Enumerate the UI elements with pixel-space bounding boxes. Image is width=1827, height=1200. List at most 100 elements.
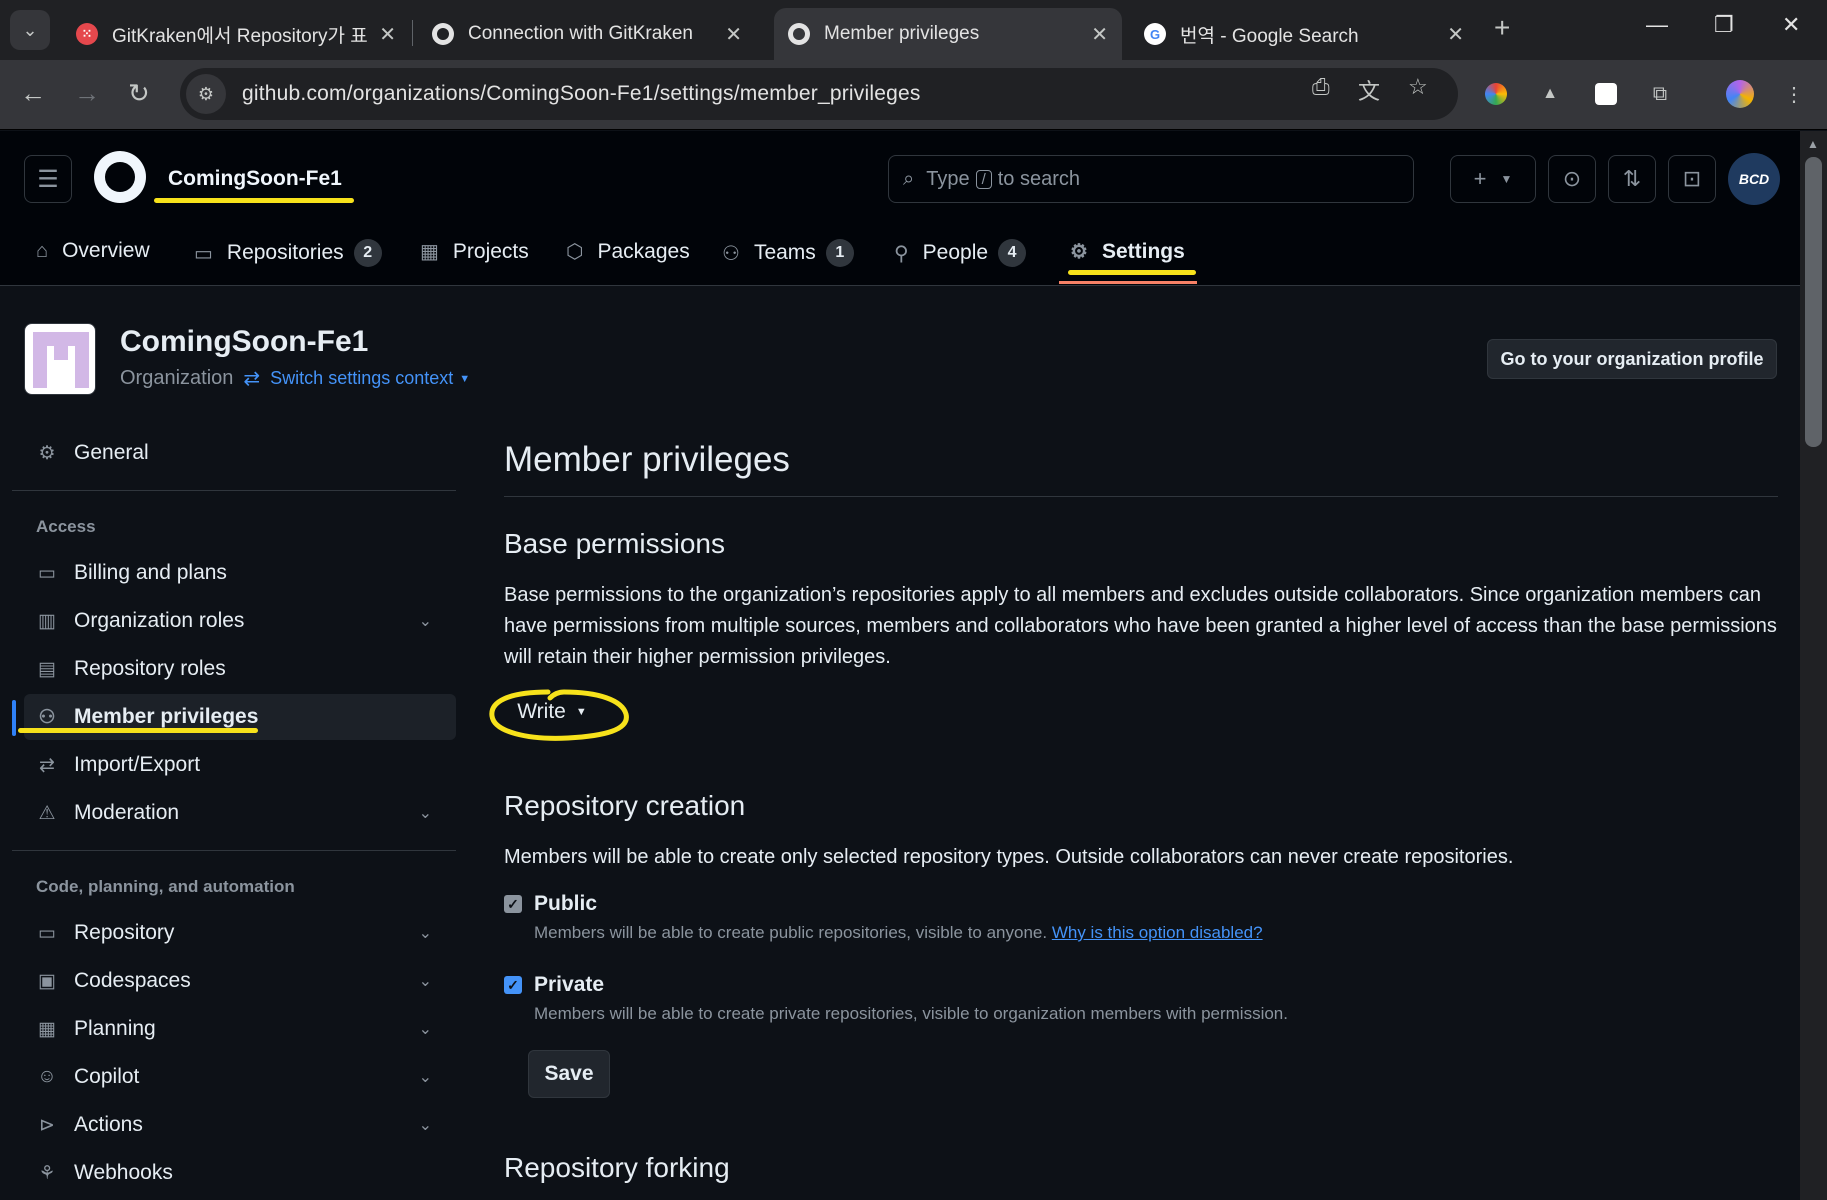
sidebar-item-label: Billing and plans xyxy=(74,561,227,584)
translate-icon[interactable]: 文 xyxy=(1358,74,1380,106)
github-logo-icon[interactable] xyxy=(94,151,146,203)
sidebar-item-webhooks[interactable]: ⚘ Webhooks xyxy=(24,1150,456,1196)
chevron-down-icon[interactable]: ⌄ xyxy=(419,803,432,823)
sidebar-item-moderation[interactable]: ⚠ Moderation ⌄ xyxy=(24,790,456,836)
public-checkbox[interactable]: ✓ xyxy=(504,895,522,913)
close-icon[interactable]: ✕ xyxy=(1447,22,1464,47)
org-profile-button[interactable]: Go to your organization profile xyxy=(1487,339,1777,379)
sidebar-item-repository-roles[interactable]: ▤ Repository roles xyxy=(24,646,456,692)
chevron-down-icon[interactable]: ⌄ xyxy=(419,923,432,943)
private-checkbox[interactable]: ✓ xyxy=(504,976,522,994)
nav-teams[interactable]: ⚇ Teams 1 xyxy=(722,239,854,267)
close-icon[interactable]: ✕ xyxy=(725,22,742,47)
sidebar-item-label: Codespaces xyxy=(74,969,191,992)
sidebar-item-codespaces[interactable]: ▣ Codespaces ⌄ xyxy=(24,958,456,1004)
browser-tab-google[interactable]: G 번역 - Google Search ✕ xyxy=(1130,8,1478,60)
browser-tab-connection[interactable]: Connection with GitKraken ✕ xyxy=(418,8,756,60)
people-icon: ⚇ xyxy=(38,706,56,728)
triangle-down-icon: ▼ xyxy=(459,372,471,385)
sidebar-item-general[interactable]: ⚙ General xyxy=(24,430,456,476)
github-icon xyxy=(788,23,810,45)
chevron-down-icon[interactable]: ⌄ xyxy=(419,971,432,991)
scroll-up-icon[interactable]: ▲ xyxy=(1807,137,1819,151)
switch-settings-context-link[interactable]: Switch settings context xyxy=(270,368,453,389)
chevron-down-icon[interactable]: ⌄ xyxy=(419,611,432,631)
sidebar-item-copilot[interactable]: ☺ Copilot ⌄ xyxy=(24,1054,456,1100)
new-tab-button[interactable]: + xyxy=(1494,12,1510,44)
browser-menu-icon[interactable]: ⋮ xyxy=(1780,80,1808,108)
private-note: Members will be able to create private r… xyxy=(534,1004,1288,1023)
sidebar-item-label: Planning xyxy=(74,1017,156,1040)
url-text[interactable]: github.com/organizations/ComingSoon-Fe1/… xyxy=(242,82,921,106)
minimize-icon[interactable]: — xyxy=(1646,12,1668,38)
why-disabled-link[interactable]: Why is this option disabled? xyxy=(1052,923,1263,942)
create-new-button[interactable]: + ▼ xyxy=(1450,155,1536,203)
site-info-icon[interactable]: ⚙ xyxy=(186,74,226,114)
chevron-down-icon[interactable]: ⌄ xyxy=(419,1115,432,1135)
reload-icon[interactable]: ↻ xyxy=(128,78,150,109)
inbox-button[interactable]: ⊡ xyxy=(1668,155,1716,203)
sidebar-heading-access: Access xyxy=(36,517,96,536)
install-app-icon[interactable]: ⎙ xyxy=(1312,74,1330,100)
tab-title: Member privileges xyxy=(824,23,980,44)
base-permissions-description: Base permissions to the organization’s r… xyxy=(504,584,1777,668)
search-input[interactable]: ⌕ Type / to search xyxy=(888,155,1414,203)
page-title: Member privileges xyxy=(504,440,790,479)
browser-tab-gitkraken[interactable]: ⁙ GitKraken에서 Repository가 표 ✕ xyxy=(62,8,410,60)
nav-packages[interactable]: ⬡ Packages xyxy=(566,239,690,264)
home-icon: ⌂ xyxy=(36,239,49,262)
forward-icon[interactable]: → xyxy=(74,78,100,109)
sidebar-item-planning[interactable]: ▦ Planning ⌄ xyxy=(24,1006,456,1052)
close-icon[interactable]: ✕ xyxy=(379,22,396,47)
sidebar-item-label: Member privileges xyxy=(74,705,259,728)
close-icon[interactable]: ✕ xyxy=(1091,22,1108,47)
chevron-down-icon[interactable]: ⌄ xyxy=(419,1067,432,1087)
nav-repositories[interactable]: ▭ Repositories 2 xyxy=(194,239,382,267)
nav-projects[interactable]: ▦ Projects xyxy=(420,239,529,264)
profile-avatar-icon[interactable] xyxy=(1726,80,1754,108)
nav-settings[interactable]: ⚙ Settings xyxy=(1070,239,1185,264)
org-context-link[interactable]: ComingSoon-Fe1 xyxy=(168,167,342,191)
sidebar-item-actions[interactable]: ⊳ Actions ⌄ xyxy=(24,1102,456,1148)
search-shortcut-key: / xyxy=(975,169,992,189)
sidebar-item-member-privileges[interactable]: ⚇ Member privileges xyxy=(24,694,456,740)
pull-requests-button[interactable]: ⇅ xyxy=(1608,155,1656,203)
issues-button[interactable]: ⊙ xyxy=(1548,155,1596,203)
highlight-annotation xyxy=(18,728,258,733)
restore-icon[interactable]: ❐ xyxy=(1714,12,1734,38)
active-item-indicator xyxy=(12,700,16,736)
extension-color-icon[interactable] xyxy=(1482,80,1510,108)
tab-search-button[interactable]: ⌄ xyxy=(10,10,50,50)
extension-tree-icon[interactable]: ▲ xyxy=(1536,80,1564,108)
nav-label: Teams xyxy=(753,241,816,264)
bookmark-star-icon[interactable]: ☆ xyxy=(1408,74,1428,100)
close-window-icon[interactable]: ✕ xyxy=(1782,12,1800,38)
triangle-down-icon: ▼ xyxy=(1500,172,1513,186)
sidebar-item-billing[interactable]: ▭ Billing and plans xyxy=(24,550,456,596)
nav-overview[interactable]: ⌂ Overview xyxy=(36,239,150,263)
browser-toolbar: ← → ↻ ⚙ github.com/organizations/ComingS… xyxy=(0,60,1827,130)
sidebar-item-import-export[interactable]: ⇄ Import/Export xyxy=(24,742,456,788)
extensions-puzzle-icon[interactable]: ⧉ xyxy=(1646,80,1674,108)
search-icon: ⌕ xyxy=(903,167,915,190)
gear-icon: ⚙ xyxy=(1070,241,1088,263)
team-count-badge: 1 xyxy=(825,239,854,267)
search-placeholder: to search xyxy=(997,167,1080,190)
back-icon[interactable]: ← xyxy=(20,78,46,109)
sidebar-item-repository[interactable]: ▭ Repository ⌄ xyxy=(24,910,456,956)
hamburger-menu-icon[interactable]: ☰ xyxy=(24,155,72,203)
sidebar-item-label: General xyxy=(74,441,149,464)
webhook-icon: ⚘ xyxy=(38,1162,56,1184)
public-note: Members will be able to create public re… xyxy=(534,923,1263,943)
address-bar[interactable]: ⚙ github.com/organizations/ComingSoon-Fe… xyxy=(180,68,1458,120)
user-avatar[interactable]: BCD xyxy=(1728,153,1780,205)
tab-title: 번역 - Google Search xyxy=(1180,25,1359,47)
scroll-thumb[interactable] xyxy=(1805,157,1822,447)
page-scrollbar[interactable]: ▲ xyxy=(1800,131,1827,1200)
nav-people[interactable]: ⚲ People 4 xyxy=(894,239,1027,267)
extension-shield-icon[interactable] xyxy=(1592,80,1620,108)
browser-tab-member-privileges[interactable]: Member privileges ✕ xyxy=(774,8,1122,60)
chevron-down-icon[interactable]: ⌄ xyxy=(419,1019,432,1039)
sidebar-item-organization-roles[interactable]: ▥ Organization roles ⌄ xyxy=(24,598,456,644)
save-button[interactable]: Save xyxy=(528,1050,610,1098)
